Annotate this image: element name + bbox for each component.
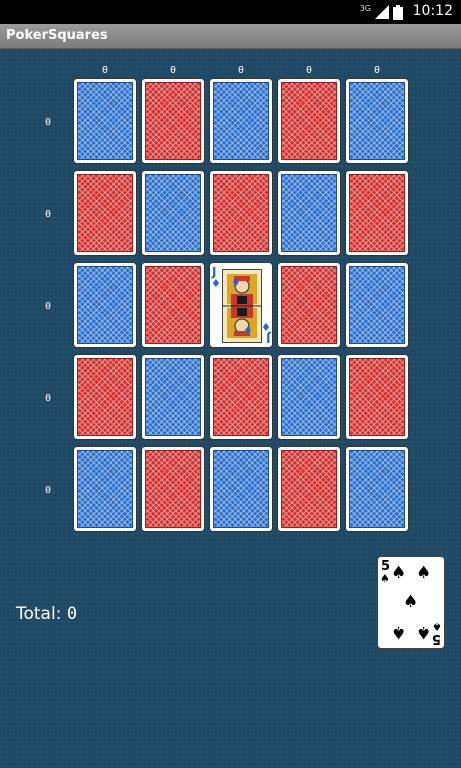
grid-cell-empty[interactable]	[345, 354, 409, 440]
grid-cell-empty[interactable]	[73, 354, 137, 440]
spade-pip-icon: ♠	[403, 592, 419, 612]
total-score: Total: 0	[16, 604, 77, 624]
grid-cell-empty[interactable]	[277, 262, 341, 348]
grid-cell-empty[interactable]	[141, 262, 205, 348]
status-icons: 3G	[360, 4, 403, 20]
placed-card-jack-of-diamonds: J ♦ ♦ J	[209, 262, 273, 348]
spade-pip-icon: ♠	[391, 563, 407, 583]
grid-cell-empty[interactable]	[345, 170, 409, 256]
grid-cell-empty[interactable]	[141, 354, 205, 440]
red-card-back	[281, 82, 337, 160]
row-score: 0	[44, 301, 52, 312]
red-card-back	[213, 174, 269, 252]
grid-cell-empty[interactable]	[73, 446, 137, 532]
grid-cell-empty[interactable]	[73, 78, 137, 164]
app-title-bar: PokerSquares	[0, 24, 461, 49]
blue-card-back	[349, 266, 405, 344]
app-title: PokerSquares	[6, 28, 108, 43]
grid-cell-empty[interactable]	[209, 354, 273, 440]
total-label: Total:	[16, 604, 62, 624]
column-score: 0	[373, 65, 381, 76]
grid-cell-empty[interactable]	[345, 446, 409, 532]
spade-pip-icon: ♠	[416, 622, 432, 642]
clock: 10:12	[412, 3, 453, 19]
blue-card-back	[145, 174, 201, 252]
blue-card-back	[281, 174, 337, 252]
red-card-back	[77, 174, 133, 252]
column-score: 0	[237, 65, 245, 76]
grid-cell-empty[interactable]	[277, 446, 341, 532]
red-card-back	[145, 450, 201, 528]
column-score: 0	[101, 65, 109, 76]
red-card-back	[281, 450, 337, 528]
red-card-back	[145, 266, 201, 344]
grid-cell-empty[interactable]	[277, 354, 341, 440]
grid-cell-empty[interactable]	[345, 262, 409, 348]
next-card-five-of-spades[interactable]: 5 ♠ ♠ ♠ ♠ ♠ ♠ ♠ 5	[377, 556, 445, 649]
grid-cell-empty[interactable]	[141, 170, 205, 256]
spade-pip-icon: ♠	[416, 563, 432, 583]
network-type-label: 3G	[359, 3, 371, 13]
grid-cell-empty[interactable]	[209, 446, 273, 532]
red-card-back	[145, 82, 201, 160]
grid-cell-empty[interactable]	[73, 170, 137, 256]
battery-icon	[393, 4, 403, 20]
card-rank: J	[265, 331, 270, 345]
spade-pip-icon: ♠	[391, 622, 407, 642]
column-score: 0	[169, 65, 177, 76]
diamond-suit-icon: ♦	[211, 277, 221, 290]
total-value: 0	[66, 604, 78, 624]
red-card-back	[77, 358, 133, 436]
blue-card-back	[145, 358, 201, 436]
blue-card-back	[77, 450, 133, 528]
blue-card-back	[77, 266, 133, 344]
grid-cell-empty[interactable]	[209, 170, 273, 256]
row-score: 0	[44, 393, 52, 404]
grid-cell-empty[interactable]	[345, 78, 409, 164]
row-score: 0	[44, 117, 52, 128]
grid-cell-empty[interactable]	[277, 78, 341, 164]
column-score: 0	[305, 65, 313, 76]
blue-card-back	[213, 450, 269, 528]
blue-card-back	[213, 82, 269, 160]
row-score: 0	[44, 485, 52, 496]
grid-cell-empty[interactable]	[141, 446, 205, 532]
grid-cell-empty[interactable]	[209, 78, 273, 164]
blue-card-back	[349, 82, 405, 160]
spade-suit-icon: ♠	[380, 572, 390, 585]
card-rank: 5	[431, 631, 441, 646]
red-card-back	[349, 174, 405, 252]
signal-icon	[375, 5, 389, 19]
blue-card-back	[349, 450, 405, 528]
grid-cell-empty[interactable]	[277, 170, 341, 256]
blue-card-back	[77, 82, 133, 160]
row-score: 0	[44, 209, 52, 220]
red-card-back	[281, 266, 337, 344]
red-card-back	[349, 358, 405, 436]
red-card-back	[213, 358, 269, 436]
grid-cell-empty[interactable]	[73, 262, 137, 348]
status-bar: 3G 10:12	[0, 0, 461, 24]
jack-portrait-icon	[222, 269, 262, 343]
blue-card-back	[281, 358, 337, 436]
grid-cell-empty[interactable]	[141, 78, 205, 164]
